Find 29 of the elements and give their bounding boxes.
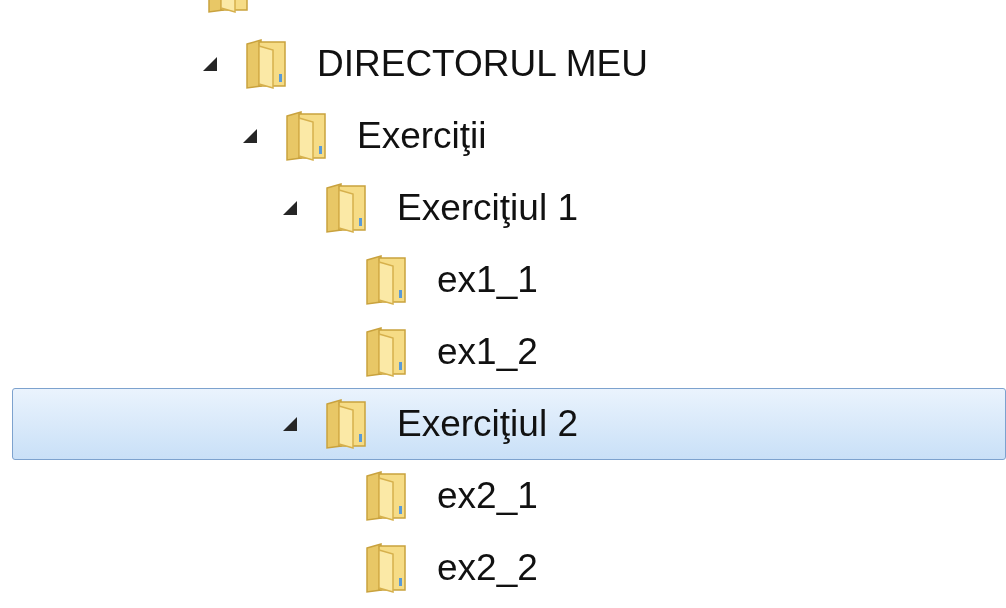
tree-item-label: Exerciţii (357, 114, 487, 159)
folder-icon (283, 110, 329, 162)
tree-item[interactable]: ex1_2 (12, 316, 1006, 388)
tree-item[interactable]: ex2_1 (12, 460, 1006, 532)
tree-item[interactable]: ex2_2 (12, 532, 1006, 604)
tree-item-label: ex1_2 (437, 330, 538, 375)
folder-icon (243, 38, 289, 90)
folder-icon (363, 326, 409, 378)
folder-icon (363, 542, 409, 594)
expand-arrow-icon[interactable] (201, 55, 219, 73)
expand-arrow-icon[interactable] (281, 199, 299, 217)
tree-item-label: DIRECTORUL MEU (317, 42, 648, 87)
tree-item[interactable]: ex1_1 (12, 244, 1006, 316)
tree-item[interactable]: DIRECTORUL MEU (12, 28, 1006, 100)
folder-icon (323, 398, 369, 450)
expand-arrow-icon[interactable] (281, 415, 299, 433)
tree-item-label: ex2_1 (437, 474, 538, 519)
tree-item[interactable]: Exerciţiul 2 (12, 388, 1006, 460)
tree-item-label: Exerciţiul 1 (397, 186, 578, 231)
folder-icon (323, 182, 369, 234)
expand-arrow-icon[interactable] (241, 127, 259, 145)
tree-item-label: ex2_2 (437, 546, 538, 591)
tree-item-label: Exerciţiul 2 (397, 402, 578, 447)
tree-item-label: ex1_1 (437, 258, 538, 303)
tree-item[interactable]: Exerciţii (12, 100, 1006, 172)
tree-item[interactable]: Exerciţiul 1 (12, 172, 1006, 244)
folder-icon (363, 254, 409, 306)
folder-icon (205, 0, 251, 14)
folder-icon (363, 470, 409, 522)
